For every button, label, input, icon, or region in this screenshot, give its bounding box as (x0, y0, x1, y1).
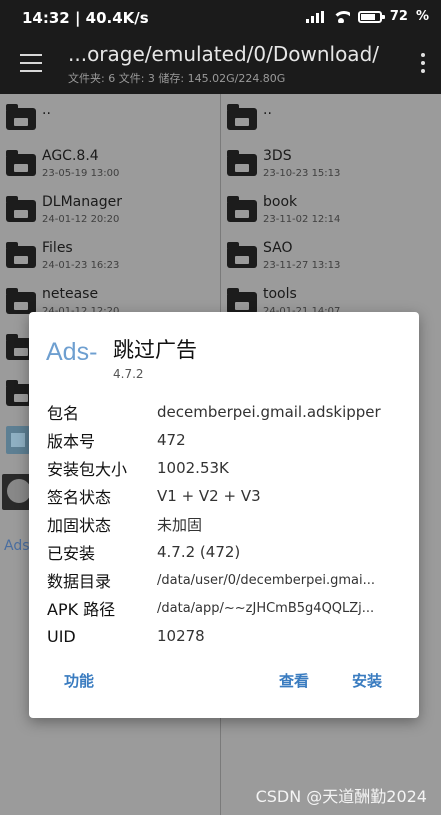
info-value: 4.7.2 (472) (157, 543, 241, 561)
function-button[interactable]: 功能 (64, 670, 94, 691)
list-item[interactable]: SAO 23-11-27 13:13 (221, 236, 441, 282)
folder-name: 3DS (263, 148, 292, 164)
status-icons: 72% (305, 9, 429, 24)
folder-date: 23-11-02 12:14 (263, 214, 341, 225)
folder-icon (6, 288, 36, 314)
menu-icon[interactable] (20, 54, 42, 72)
folder-icon (6, 196, 36, 222)
dialog-title: 跳过广告 (113, 338, 197, 362)
file-icon (6, 426, 30, 454)
storage-summary: 文件夹: 6 文件: 3 储存: 145.02G/224.80G (68, 72, 286, 85)
folder-date: 24-01-23 16:23 (42, 260, 120, 271)
info-label: UID (47, 626, 76, 646)
folder-name: SAO (263, 240, 293, 256)
list-item[interactable]: AGC.8.4 23-05-19 13:00 (0, 144, 220, 190)
info-value: /data/app/~~zJHCmB5g4QQLZj... (157, 600, 375, 616)
info-value: 472 (157, 431, 186, 449)
info-row-protection: 加固状态 未加固 (47, 510, 407, 538)
list-item[interactable]: .. (221, 98, 441, 144)
list-item[interactable]: .. (0, 98, 220, 144)
battery-percent-sign: % (415, 9, 429, 24)
info-value: 10278 (157, 627, 205, 645)
folder-name: book (263, 194, 298, 210)
info-value: 未加固 (157, 515, 203, 534)
list-item[interactable]: DLManager 24-01-12 20:20 (0, 190, 220, 236)
folder-name: netease (42, 286, 99, 302)
folder-date: 23-10-23 15:13 (263, 168, 341, 179)
folder-name: tools (263, 286, 297, 302)
info-row-apk-path: APK 路径 /data/app/~~zJHCmB5g4QQLZj... (47, 594, 407, 622)
list-item[interactable]: 3DS 23-10-23 15:13 (221, 144, 441, 190)
folder-icon (227, 288, 257, 314)
info-label: 加固状态 (47, 516, 112, 535)
folder-date: 24-01-12 20:20 (42, 214, 120, 225)
info-value: V1 + V2 + V3 (157, 487, 261, 505)
info-label: APK 路径 (47, 600, 116, 619)
info-label: 数据目录 (47, 572, 112, 591)
info-label: 版本号 (47, 432, 96, 451)
info-label: 安装包大小 (47, 460, 128, 479)
info-value: /data/user/0/decemberpei.gmai... (157, 572, 375, 588)
info-label: 包名 (47, 404, 80, 423)
info-row-version-code: 版本号 472 (47, 426, 407, 454)
info-row-apk-size: 安装包大小 1002.53K (47, 454, 407, 482)
folder-icon (227, 104, 257, 130)
status-time-speed: 14:32 | 40.4K/s (22, 9, 149, 27)
battery-level: 72 (389, 9, 408, 24)
watermark: CSDN @天道酬勤2024 (255, 787, 427, 806)
info-value: decemberpei.gmail.adskipper (157, 403, 381, 421)
folder-name: .. (42, 102, 51, 118)
partial-file-name: Ads (4, 538, 30, 554)
folder-icon (6, 104, 36, 130)
more-options-icon[interactable] (421, 53, 425, 73)
folder-icon (227, 242, 257, 268)
view-button[interactable]: 查看 (279, 670, 309, 691)
wifi-icon (331, 10, 350, 23)
folder-name: DLManager (42, 194, 122, 210)
folder-icon (227, 150, 257, 176)
info-row-uid: UID 10278 (47, 622, 407, 650)
install-button[interactable]: 安装 (352, 670, 382, 691)
status-bar: 14:32 | 40.4K/s 72% (0, 0, 441, 36)
list-item[interactable]: Files 24-01-23 16:23 (0, 236, 220, 282)
folder-name: AGC.8.4 (42, 148, 99, 164)
info-label: 签名状态 (47, 488, 112, 507)
app-info-list: 包名 decemberpei.gmail.adskipper 版本号 472 安… (47, 398, 407, 650)
app-bar: ...orage/emulated/0/Download/ 文件夹: 6 文件:… (0, 36, 441, 94)
info-row-package: 包名 decemberpei.gmail.adskipper (47, 398, 407, 426)
signal-icon (305, 10, 324, 23)
info-row-data-dir: 数据目录 /data/user/0/decemberpei.gmai... (47, 566, 407, 594)
battery-icon (357, 10, 385, 23)
folder-date: 23-11-27 13:13 (263, 260, 341, 271)
folder-icon (6, 150, 36, 176)
folder-date: 23-05-19 13:00 (42, 168, 120, 179)
folder-name: Files (42, 240, 73, 256)
list-item[interactable]: book 23-11-02 12:14 (221, 190, 441, 236)
current-path: ...orage/emulated/0/Download/ (68, 42, 379, 66)
app-info-dialog: Ads- 跳过广告 4.7.2 包名 decemberpei.gmail.ads… (29, 312, 419, 718)
info-label: 已安装 (47, 544, 96, 563)
dialog-version: 4.7.2 (113, 367, 144, 381)
folder-name: .. (263, 102, 272, 118)
info-value: 1002.53K (157, 459, 229, 477)
folder-icon (227, 196, 257, 222)
folder-icon (6, 242, 36, 268)
info-row-installed: 已安装 4.7.2 (472) (47, 538, 407, 566)
info-row-signature: 签名状态 V1 + V2 + V3 (47, 482, 407, 510)
app-logo: Ads- (46, 338, 98, 366)
